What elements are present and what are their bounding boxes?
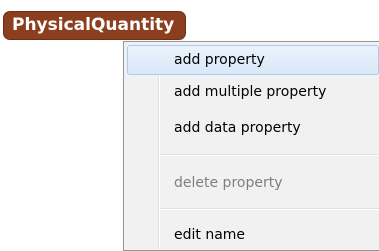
menu-separator <box>161 208 379 210</box>
menu-item-add-multiple-property[interactable]: add multiple property <box>127 78 379 108</box>
menu-item-add-property[interactable]: add property <box>127 45 379 75</box>
menu-item-edit-name[interactable]: edit name <box>127 221 379 251</box>
menu-item-add-data-property[interactable]: add data property <box>127 114 379 144</box>
menu-item-delete-property[interactable]: delete property <box>127 169 379 199</box>
context-menu: add property add multiple property add d… <box>123 41 379 251</box>
menu-separator <box>161 154 379 156</box>
class-node-label[interactable]: PhysicalQuantity <box>3 11 187 40</box>
